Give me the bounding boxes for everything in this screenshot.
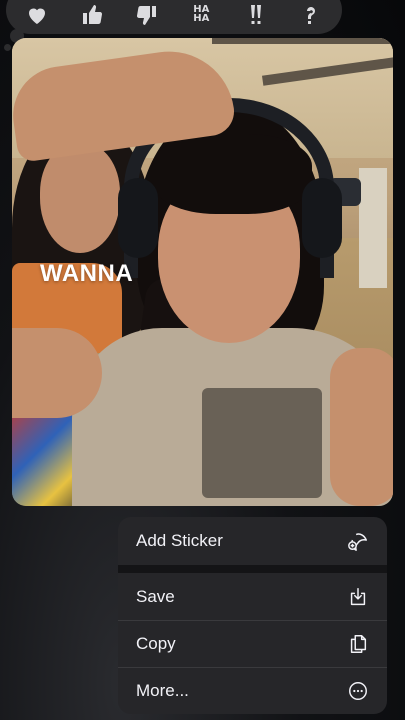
thumbs-down-icon	[136, 5, 156, 25]
photo-shirt-print	[202, 388, 322, 498]
photo-arm-right	[330, 348, 393, 506]
menu-item-label: Copy	[136, 634, 176, 653]
photo-earcup-left	[118, 178, 158, 258]
menu-item-label: Save	[136, 586, 175, 606]
photo-arm-left	[12, 328, 102, 418]
menu-item-copy[interactable]: Copy	[118, 621, 387, 667]
photo-earcup-right	[302, 178, 342, 258]
menu-item-add-sticker[interactable]: Add Sticker	[118, 517, 387, 565]
tapback-thumbs-down-button[interactable]	[125, 0, 169, 30]
heart-icon	[29, 8, 46, 24]
sticker-add-icon	[347, 530, 369, 552]
menu-item-more[interactable]: More...	[118, 668, 387, 714]
photo-person-left-face	[40, 143, 120, 253]
save-download-icon	[347, 586, 369, 608]
tapback-question-button[interactable]	[289, 0, 333, 30]
photo-pillar	[359, 168, 387, 288]
photo-beam-top	[212, 38, 393, 44]
more-ellipsis-icon	[347, 680, 369, 702]
thumbs-up-icon	[82, 5, 103, 25]
double-exclamation-icon	[250, 5, 261, 24]
haha-icon: HA HA	[193, 4, 210, 24]
context-menu: Add Sticker Save Copy More...	[118, 517, 387, 714]
tapback-haha-button[interactable]: HA HA	[179, 0, 223, 30]
tapback-emphasis-button[interactable]	[234, 0, 278, 30]
photo-caption-text: WANNA	[40, 260, 134, 287]
tapback-heart-button[interactable]	[15, 0, 59, 30]
tapback-thumbs-up-button[interactable]	[70, 0, 114, 30]
menu-section-gap	[118, 565, 387, 573]
tapback-tail-small	[4, 44, 11, 51]
tapback-bar: HA HA	[6, 0, 342, 34]
menu-item-save[interactable]: Save	[118, 573, 387, 620]
menu-item-label: Add Sticker	[136, 531, 223, 550]
question-mark-icon	[306, 7, 315, 25]
photo-message[interactable]: WANNA	[12, 38, 393, 506]
copy-icon	[347, 633, 369, 655]
menu-item-label: More...	[136, 681, 189, 700]
